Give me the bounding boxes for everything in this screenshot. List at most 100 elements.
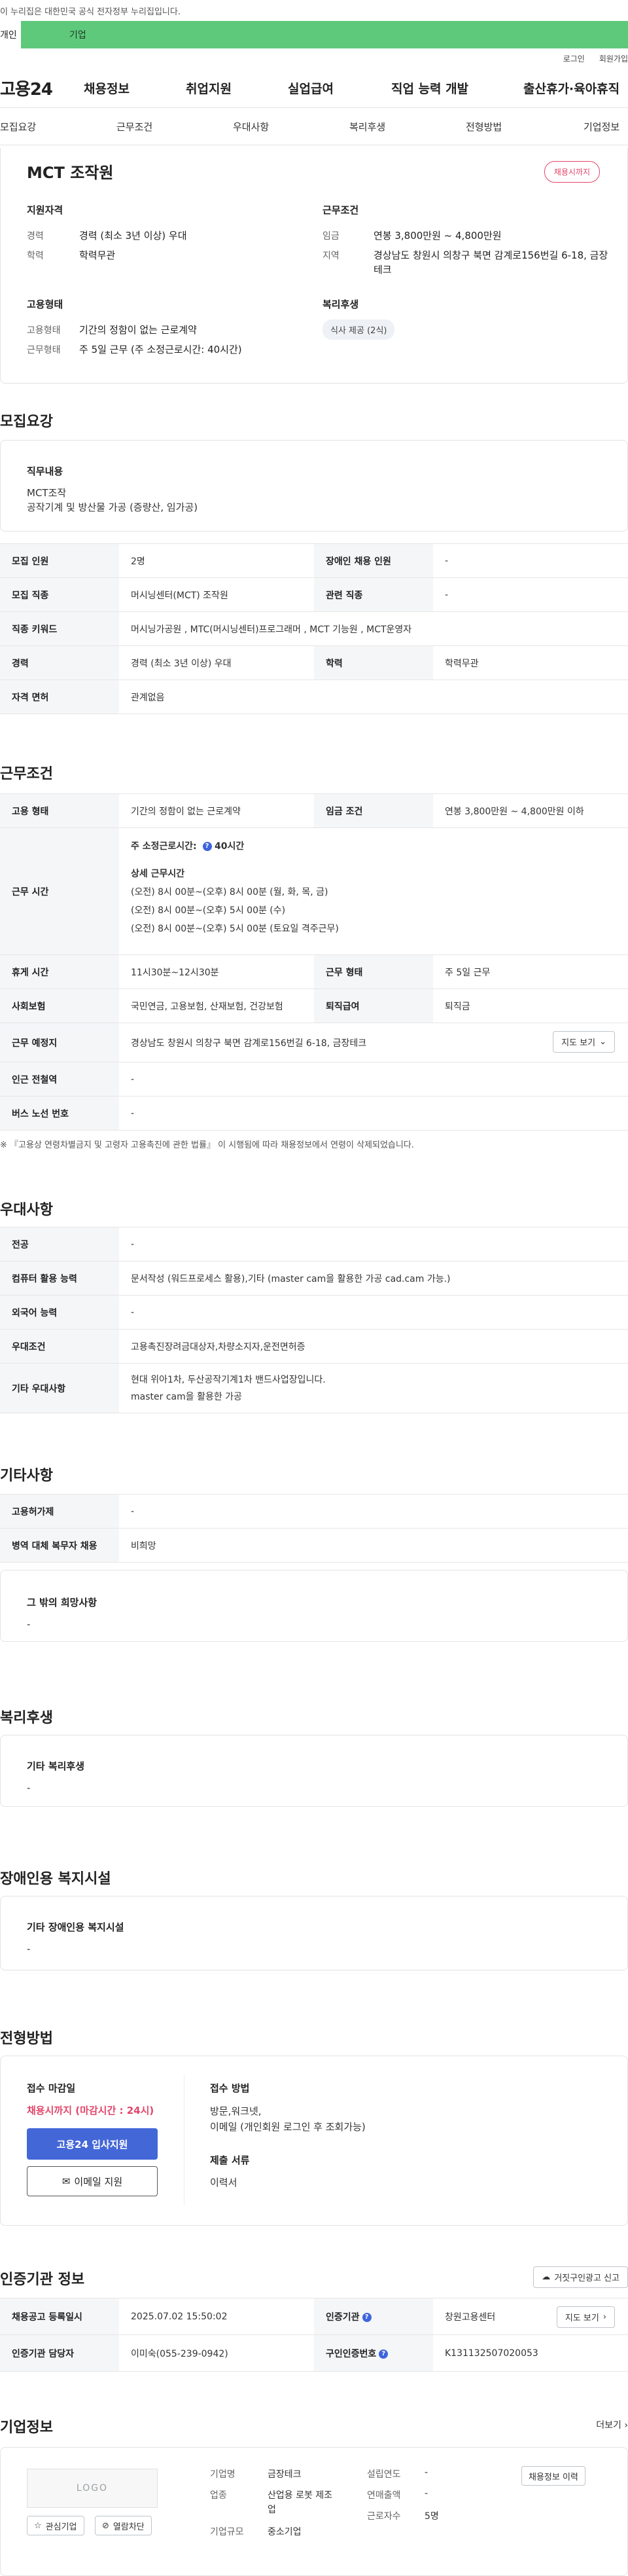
- table-header: 인증기관?: [314, 2298, 433, 2335]
- table-cell: 11시30분~12시30분: [119, 954, 314, 989]
- work-hours-cell: 주 소정근로시간: ? 40시간 상세 근무시간 (오전) 8시 00분~(오후…: [119, 827, 628, 955]
- table-header: 자격 면허: [0, 680, 119, 714]
- hours-main-label: 주 소정근로시간: [131, 841, 194, 852]
- favorite-company-button[interactable]: ☆ 관심기업: [27, 2516, 84, 2535]
- favorite-company-label: 관심기업: [45, 2522, 77, 2532]
- disabled-facility-box: 기타 장애인용 복지시설 -: [0, 1896, 628, 1970]
- region-key: 지역: [323, 251, 340, 261]
- hours-line: (오전) 8시 00분~(오후) 5시 00분 (토요일 격주근무): [131, 924, 339, 934]
- recruit-table: 모집 인원 2명 장애인 채용 인원 - 모집 직종 머시닝센터(MCT) 조작…: [0, 543, 628, 714]
- info-icon[interactable]: ?: [362, 2312, 372, 2322]
- hiring-history-button[interactable]: 채용정보 이력: [521, 2466, 585, 2486]
- gnb-item-jobs[interactable]: 채용정보: [84, 79, 130, 97]
- hours-detail-label: 상세 근무시간: [131, 869, 185, 879]
- subnav-conditions[interactable]: 근무조건: [116, 120, 152, 134]
- education-key: 학력: [27, 251, 44, 261]
- duty-label: 직무내용: [27, 465, 63, 477]
- login-link[interactable]: 로그인: [563, 53, 585, 64]
- table-header: 직종 키워드: [0, 611, 119, 646]
- table-cell: 기간의 정함이 없는 근로계약: [119, 793, 314, 828]
- gnb-item-unemployment-benefit[interactable]: 실업급여: [288, 79, 334, 97]
- table-row: 컴퓨터 활용 능력 문서작성 (워드프로세스 활용),기타 (master ca…: [0, 1261, 628, 1296]
- table-cell: 관계없음: [119, 680, 628, 714]
- info-icon[interactable]: ?: [379, 2349, 389, 2359]
- hours-line: (오전) 8시 00분~(오후) 8시 00분 (월, 화, 목, 금): [131, 887, 328, 898]
- wish-label: 그 밖의 희망사항: [27, 1597, 97, 1608]
- table-row: 인증기관 담당자 이미숙(055-239-0942) 구인인증번호? K1311…: [0, 2334, 628, 2372]
- employment-label: 고용형태: [27, 299, 63, 310]
- report-fake-ad-button[interactable]: ☁ 거짓구인광고 신고: [533, 2266, 628, 2288]
- table-row: 근무 예정지 경상남도 창원시 의창구 북면 감계로156번길 6-18, 금장…: [0, 1023, 628, 1062]
- selection-card: 접수 마감일 채용시까지 (마감시간 : 24시) 고용24 입사지원 ✉ 이메…: [0, 2056, 628, 2226]
- age-law-note: ※ 『고용상 연령차별금지 및 고령자 고용촉진에 관한 법률』 이 시행됨에 …: [0, 1140, 414, 1150]
- table-header: 전공: [0, 1227, 119, 1261]
- chevron-right-icon: ›: [602, 2312, 606, 2322]
- chevron-right-icon: ›: [624, 2420, 628, 2431]
- table-row: 경력 경력 (최소 3년 이상) 우대 학력 학력무관: [0, 645, 628, 680]
- deadline-value: 채용시까지 (마감시간 : 24시): [27, 2105, 154, 2116]
- subnav-selection[interactable]: 전형방법: [466, 120, 502, 134]
- table-header: 인근 전철역: [0, 1062, 119, 1097]
- block-view-button[interactable]: ⊘ 열람차단: [95, 2516, 152, 2535]
- table-row: 인근 전철역 -: [0, 1062, 628, 1097]
- table-cell: -: [119, 1494, 628, 1529]
- docs-value: 이력서: [210, 2177, 237, 2188]
- career-key: 경력: [27, 231, 44, 242]
- table-cell: 현대 위아1차, 두산공작기계1차 밴드사업장입니다. master cam을 …: [119, 1363, 628, 1413]
- table-cell: 문서작성 (워드프로세스 활용),기타 (master cam을 활용한 가공 …: [119, 1261, 628, 1296]
- apply-button[interactable]: 고용24 입사지원: [27, 2128, 158, 2160]
- site-logo[interactable]: 고용24: [0, 76, 53, 100]
- gnb-item-skills-development[interactable]: 직업 능력 개발: [391, 79, 468, 97]
- table-header: 경력: [0, 645, 119, 680]
- industry-value: 산업용 로봇 제조 업: [268, 2488, 332, 2517]
- map-view-button[interactable]: 지도 보기 ⌄: [553, 1031, 615, 1053]
- table-cell: 2명: [119, 543, 314, 578]
- gnb-item-employment-support[interactable]: 취업지원: [186, 79, 232, 97]
- welfare-label: 복리후생: [323, 299, 359, 310]
- user-type-tabs: 개인 기업: [0, 21, 628, 48]
- work-form-key: 근무형태: [27, 345, 61, 355]
- tab-corporate[interactable]: 기업: [21, 21, 628, 48]
- subnav-recruit[interactable]: 모집요강: [0, 120, 36, 134]
- founded-value: -: [425, 2467, 428, 2478]
- block-icon: ⊘: [102, 2520, 109, 2531]
- condition-label: 근무조건: [323, 204, 359, 216]
- table-cell: 국민연금, 고용보험, 산재보험, 건강보험: [119, 989, 314, 1023]
- info-icon[interactable]: ?: [202, 842, 212, 851]
- table-cell: 비희망: [119, 1528, 628, 1563]
- table-header: 근무 예정지: [0, 1023, 119, 1062]
- welfare-chip: 식사 제공 (2식): [323, 319, 395, 340]
- method-value: 방문,워크넷, 이메일 (개인회원 로그인 후 조회가능): [210, 2103, 366, 2135]
- hiring-history-label: 채용정보 이력: [529, 2472, 578, 2482]
- job-title: MCT 조작원: [27, 164, 114, 182]
- industry-line: 산업용 로봇 제조: [268, 2490, 333, 2501]
- table-row: 채용공고 등록일시 2025.07.02 15:50:02 인증기관? 창원고용…: [0, 2298, 628, 2335]
- email-apply-button[interactable]: ✉ 이메일 지원: [27, 2166, 158, 2196]
- table-cell: 주 5일 근무: [433, 954, 628, 989]
- subnav-company[interactable]: 기업정보: [584, 120, 619, 134]
- company-more-link[interactable]: 더보기 ›: [596, 2418, 628, 2431]
- education-value: 학력무관: [79, 249, 116, 261]
- recruit-heading: 모집요강: [0, 414, 53, 430]
- table-header: 우대조건: [0, 1329, 119, 1364]
- deadline-badge: 채용시까지: [544, 161, 600, 183]
- wish-value: -: [27, 1618, 31, 1630]
- tab-personal[interactable]: 개인: [0, 21, 21, 48]
- table-header: 장애인 채용 인원: [314, 543, 433, 578]
- table-cell: 학력무관: [433, 645, 628, 680]
- table-header: 버스 노선 번호: [0, 1096, 119, 1131]
- table-row: 근무 시간 주 소정근로시간: ? 40시간 상세 근무시간 (오전) 8시 0…: [0, 827, 628, 955]
- gnb-item-parental-leave[interactable]: 출산휴가·육아휴직: [523, 79, 619, 97]
- company-logo-placeholder: LOGO: [27, 2469, 158, 2508]
- employees-value: 5명: [425, 2511, 439, 2522]
- company-heading: 기업정보: [0, 2420, 53, 2436]
- subnav-welfare[interactable]: 복리후생: [349, 120, 385, 134]
- global-nav: 고용24 채용정보 취업지원 실업급여 직업 능력 개발 출산휴가·육아휴직: [0, 68, 628, 107]
- table-header: 컴퓨터 활용 능력: [0, 1261, 119, 1296]
- emp-type-key: 고용형태: [27, 325, 61, 336]
- subnav-preference[interactable]: 우대사항: [233, 120, 269, 134]
- industry-key: 업종: [210, 2490, 227, 2501]
- company-name-value: 금장테크: [268, 2469, 302, 2480]
- agency-map-button[interactable]: 지도 보기 ›: [556, 2306, 615, 2328]
- join-link[interactable]: 회원가입: [599, 53, 628, 64]
